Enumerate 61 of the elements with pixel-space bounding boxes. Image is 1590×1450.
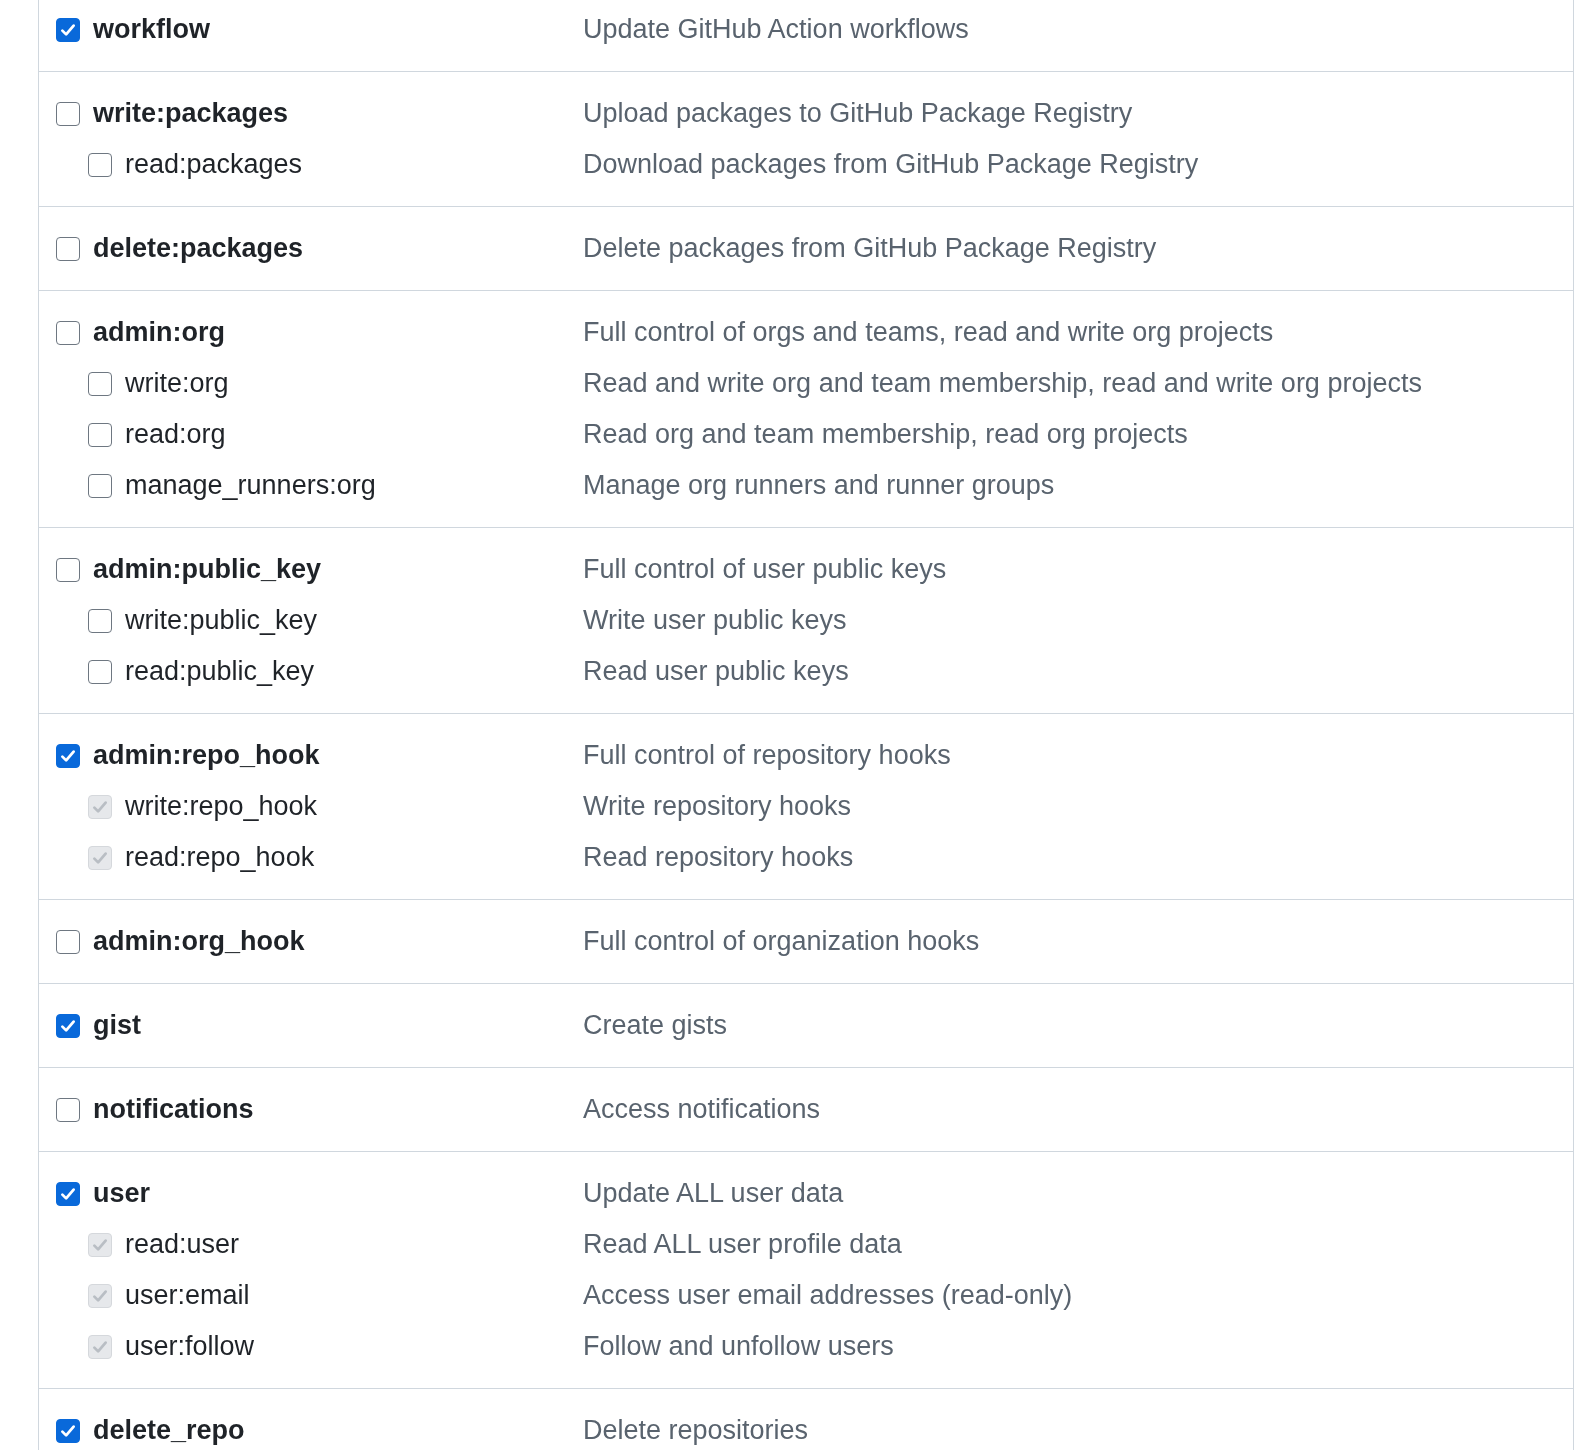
checkbox[interactable] <box>88 152 112 177</box>
scope-name: admin:org <box>93 317 225 348</box>
scope-description: Full control of repository hooks <box>583 740 951 771</box>
scope-name: delete:packages <box>93 233 304 264</box>
scope-name: user <box>93 1178 151 1209</box>
checkbox[interactable] <box>88 371 112 396</box>
checkbox[interactable] <box>88 608 112 633</box>
scope-description: Read and write org and team membership, read and write org projects <box>583 368 1422 399</box>
checkbox[interactable] <box>88 473 112 498</box>
scope-name: read:public_key <box>125 656 315 687</box>
scope-name: read:org <box>125 419 226 450</box>
scope-description: Read org and team membership, read org projects <box>583 419 1188 450</box>
scope-name: user:follow <box>125 1331 255 1362</box>
checkbox[interactable] <box>88 422 112 447</box>
scope-description: Write user public keys <box>583 605 847 636</box>
scope-name: read:packages <box>125 149 303 180</box>
scope-name: write:public_key <box>125 605 318 636</box>
scope-description: Follow and unfollow users <box>583 1331 894 1362</box>
scope-name: read:user <box>125 1229 240 1260</box>
checkbox[interactable] <box>56 1097 80 1122</box>
scope-description: Access user email addresses (read-only) <box>583 1280 1073 1311</box>
scope-description: Read repository hooks <box>583 842 854 873</box>
scope-description: Create gists <box>583 1010 728 1041</box>
checkbox[interactable] <box>56 1418 80 1443</box>
scope-description: Full control of orgs and teams, read and write org projects <box>583 317 1274 348</box>
checkbox[interactable] <box>56 929 80 954</box>
scope-name: admin:org_hook <box>93 926 305 957</box>
scope-name: delete_repo <box>93 1415 245 1446</box>
scope-name: write:repo_hook <box>125 791 318 822</box>
checkbox[interactable] <box>56 320 80 345</box>
scope-description: Full control of organization hooks <box>583 926 980 957</box>
scope-description: Access notifications <box>583 1094 821 1125</box>
scope-description: Read user public keys <box>583 656 849 687</box>
scope-description: Manage org runners and runner groups <box>583 470 1055 501</box>
scope-name: gist <box>93 1010 141 1041</box>
scope-description: Delete repositories <box>583 1415 809 1446</box>
scope-name: admin:public_key <box>93 554 322 585</box>
scope-name: write:org <box>125 368 229 399</box>
checkbox[interactable] <box>56 236 80 261</box>
scope-description: Update GitHub Action workflows <box>583 14 969 45</box>
scope-name: workflow <box>93 14 210 45</box>
scope-name: user:email <box>125 1280 250 1311</box>
scope-description: Write repository hooks <box>583 791 852 822</box>
scope-description: Upload packages to GitHub Package Registry <box>583 98 1133 129</box>
scope-name: read:repo_hook <box>125 842 315 873</box>
checkbox[interactable] <box>88 659 112 684</box>
scope-description: Update ALL user data <box>583 1178 844 1209</box>
scope-description: Full control of user public keys <box>583 554 947 585</box>
scope-description: Read ALL user profile data <box>583 1229 902 1260</box>
scope-name: manage_runners:org <box>125 470 376 501</box>
scope-description: Delete packages from GitHub Package Registry <box>583 233 1157 264</box>
checkbox[interactable] <box>56 1013 80 1038</box>
scope-name: notifications <box>93 1094 254 1125</box>
checkbox[interactable] <box>56 17 80 42</box>
scope-name: admin:repo_hook <box>93 740 320 771</box>
scope-name: write:packages <box>93 98 289 129</box>
checkbox[interactable] <box>56 101 80 126</box>
checkbox[interactable] <box>56 557 80 582</box>
checkbox[interactable] <box>56 743 80 768</box>
checkbox[interactable] <box>56 1181 80 1206</box>
scope-description: Download packages from GitHub Package Registry <box>583 149 1199 180</box>
